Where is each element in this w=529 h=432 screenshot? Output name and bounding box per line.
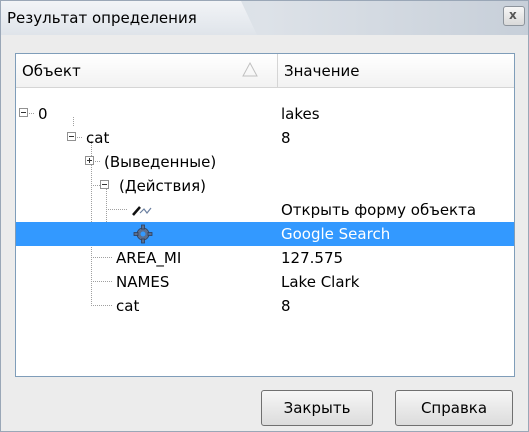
- tree-row[interactable]: 0 lakes: [16, 102, 514, 126]
- result-tree[interactable]: Объект Значение 0 lakes cat 8 (Выведенны…: [15, 53, 515, 377]
- row-label: (Действия): [119, 177, 206, 195]
- row-label: cat: [86, 129, 110, 147]
- column-header-value[interactable]: Значение: [278, 54, 514, 87]
- collapse-toggle[interactable]: [67, 132, 76, 141]
- pen-draw-icon: [132, 206, 152, 216]
- row-value: lakes: [281, 105, 320, 123]
- tree-row[interactable]: Открыть форму объекта: [16, 198, 514, 222]
- sort-triangle-icon: [242, 61, 258, 77]
- tree-row-selected[interactable]: Google Search: [16, 222, 514, 246]
- tree-row[interactable]: cat 8: [16, 294, 514, 318]
- close-icon: x: [509, 8, 517, 22]
- row-value: 8: [281, 297, 291, 315]
- help-button[interactable]: Справка: [395, 390, 513, 426]
- tree-row[interactable]: cat 8: [16, 126, 514, 150]
- collapse-toggle[interactable]: [100, 180, 109, 189]
- collapse-toggle[interactable]: [19, 108, 28, 117]
- column-header-object[interactable]: Объект: [16, 54, 278, 87]
- gear-icon: [133, 224, 153, 244]
- row-label: 0: [38, 105, 48, 123]
- title-bar: Результат определения x: [1, 1, 528, 35]
- row-value: Открыть форму объекта: [281, 201, 477, 219]
- row-value: 8: [281, 129, 291, 147]
- row-value: Lake Clark: [281, 273, 360, 291]
- tree-row[interactable]: AREA_MI 127.575: [16, 246, 514, 270]
- close-window-button[interactable]: x: [503, 6, 525, 26]
- window-title: Результат определения: [7, 9, 197, 27]
- row-label: NAMES: [116, 273, 170, 291]
- tree-row[interactable]: NAMES Lake Clark: [16, 270, 514, 294]
- expand-toggle[interactable]: [85, 156, 94, 165]
- row-value: Google Search: [281, 225, 391, 243]
- row-label: (Выведенные): [104, 153, 217, 171]
- close-button[interactable]: Закрыть: [261, 390, 373, 426]
- row-label: AREA_MI: [116, 249, 182, 267]
- tree-row[interactable]: (Действия): [16, 174, 514, 198]
- row-value: 127.575: [281, 249, 344, 267]
- row-label: cat: [116, 297, 140, 315]
- identify-result-window: Результат определения x Объект Значение: [0, 0, 529, 432]
- tree-header: Объект Значение: [16, 54, 514, 88]
- tree-row[interactable]: (Выведенные): [16, 150, 514, 174]
